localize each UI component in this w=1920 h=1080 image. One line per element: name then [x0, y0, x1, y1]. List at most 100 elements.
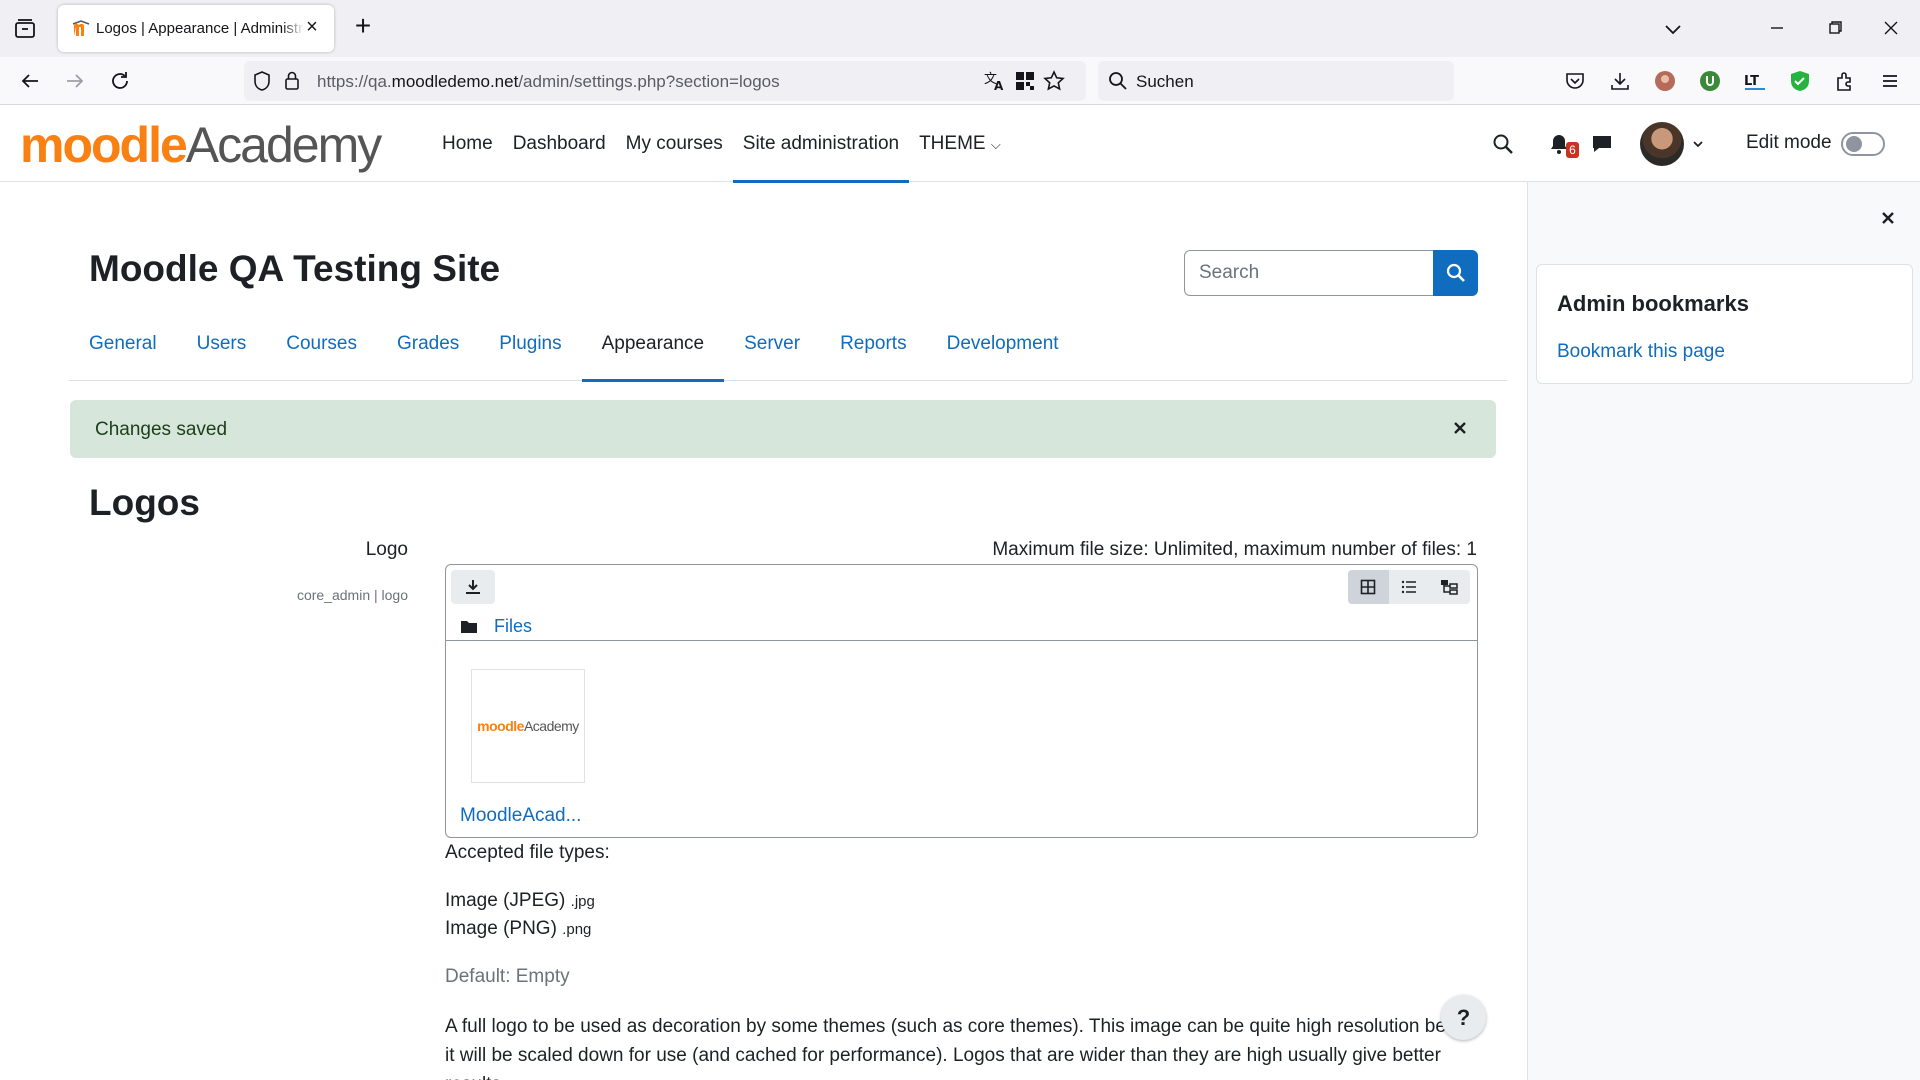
page-title: Moodle QA Testing Site — [89, 248, 501, 289]
minimize-icon[interactable] — [1762, 14, 1792, 42]
file-type-png: Image (PNG) .png — [445, 918, 592, 939]
shield-icon[interactable] — [248, 67, 276, 95]
accepted-types-label: Accepted file types: — [445, 842, 610, 863]
url-text[interactable]: https://qa.moodledemo.net/admin/settings… — [317, 72, 780, 92]
downloads-icon[interactable] — [1606, 67, 1634, 95]
tab-reports[interactable]: Reports — [820, 322, 927, 381]
file-name-link[interactable]: MoodleAcad... — [460, 805, 581, 827]
messages-icon[interactable] — [1588, 130, 1616, 158]
site-header: moodleAcademy Home Dashboard My courses … — [0, 106, 1920, 183]
file-path-breadcrumb: Files — [460, 616, 532, 637]
nav-theme[interactable]: THEME ⌵ — [909, 106, 1011, 182]
svg-text:A: A — [994, 79, 1004, 92]
browser-search-placeholder: Suchen — [1136, 72, 1194, 91]
browser-tab-active[interactable]: Logos | Appearance | Administration × — [58, 5, 334, 52]
tab-plugins[interactable]: Plugins — [479, 322, 581, 381]
nav-site-administration[interactable]: Site administration — [732, 106, 910, 183]
chevron-down-icon: ⌵ — [990, 137, 1001, 152]
svg-text:LT: LT — [1744, 74, 1759, 89]
block-drawer: Admin bookmarks Bookmark this page — [1527, 182, 1920, 1080]
file-type-jpeg: Image (JPEG) .jpg — [445, 890, 595, 911]
grid-icon — [1360, 579, 1376, 595]
app-menu-icon[interactable] — [1876, 67, 1904, 95]
section-heading: Logos — [89, 482, 200, 523]
alert-message: Changes saved — [95, 419, 228, 440]
user-avatar[interactable] — [1640, 122, 1684, 166]
extensions-icon[interactable] — [1831, 67, 1859, 95]
dismiss-alert-icon[interactable] — [1450, 418, 1470, 438]
edit-mode-label: Edit mode — [1746, 132, 1832, 153]
admin-bookmarks-title: Admin bookmarks — [1557, 291, 1749, 316]
translate-icon[interactable]: 文A — [981, 67, 1009, 95]
download-icon — [466, 580, 480, 594]
search-icon[interactable] — [1489, 130, 1517, 158]
notification-count-badge: 6 — [1566, 142, 1579, 158]
back-icon[interactable] — [16, 67, 44, 95]
tab-grades[interactable]: Grades — [377, 322, 479, 381]
close-drawer-icon[interactable] — [1878, 208, 1898, 228]
setting-identifier: core_admin | logo — [296, 587, 408, 603]
help-button[interactable]: ? — [1441, 995, 1486, 1040]
tab-appearance[interactable]: Appearance — [581, 322, 725, 382]
browser-search-icon — [1104, 67, 1132, 95]
list-all-tabs-icon[interactable] — [12, 16, 38, 42]
tree-icon — [1441, 580, 1459, 595]
close-tab-icon[interactable]: × — [302, 17, 322, 38]
browser-tabbar: Logos | Appearance | Administration × + — [0, 0, 1920, 57]
site-logo[interactable]: moodleAcademy — [20, 120, 382, 170]
moodle-favicon-icon — [72, 19, 92, 37]
download-all-button[interactable] — [451, 570, 495, 604]
view-mode-toggle-group — [1348, 570, 1470, 604]
success-alert: Changes saved — [70, 400, 1496, 458]
edit-mode-toggle[interactable] — [1841, 132, 1885, 156]
tab-development[interactable]: Development — [927, 322, 1079, 381]
nav-home[interactable]: Home — [432, 106, 503, 182]
tab-courses[interactable]: Courses — [266, 322, 377, 381]
tab-overflow-chevron-icon[interactable] — [1660, 16, 1686, 42]
admin-bookmarks-block: Admin bookmarks Bookmark this page — [1536, 264, 1913, 384]
admin-search-button[interactable] — [1433, 250, 1478, 296]
grid-view-button[interactable] — [1348, 570, 1389, 604]
user-menu-chevron-icon[interactable] — [1684, 130, 1712, 158]
setting-description: A full logo to be used as decoration by … — [445, 1016, 1466, 1080]
tree-view-button[interactable] — [1429, 570, 1470, 604]
adguard-extension-icon[interactable] — [1786, 67, 1814, 95]
qr-code-icon[interactable] — [1011, 67, 1039, 95]
languagetool-extension-icon[interactable]: LT — [1741, 67, 1769, 95]
lock-icon[interactable] — [278, 67, 306, 95]
nav-dashboard[interactable]: Dashboard — [503, 106, 616, 182]
default-value: Default: Empty — [445, 966, 570, 987]
file-limits-info: Maximum file size: Unlimited, maximum nu… — [992, 539, 1477, 560]
browser-navbar: https://qa.moodledemo.net/admin/settings… — [0, 57, 1920, 105]
primary-navigation: Home Dashboard My courses Site administr… — [432, 106, 1011, 183]
pocket-icon[interactable] — [1561, 67, 1589, 95]
files-root-link[interactable]: Files — [494, 616, 532, 637]
forward-icon[interactable] — [61, 67, 89, 95]
admin-search-input[interactable] — [1184, 250, 1434, 296]
setting-label: Logo — [365, 539, 408, 560]
search-icon — [1446, 263, 1465, 282]
folder-icon — [461, 621, 477, 633]
new-tab-icon[interactable]: + — [350, 12, 376, 40]
tab-title: Logos | Appearance | Administration — [96, 20, 304, 37]
bookmark-star-icon[interactable] — [1040, 67, 1068, 95]
file-manager: Files moodle Academy MoodleAcad... — [445, 564, 1478, 838]
browser-search-bar[interactable]: Suchen — [1098, 61, 1454, 101]
reload-icon[interactable] — [106, 67, 134, 95]
restore-icon[interactable] — [1820, 14, 1850, 42]
admin-search-form — [1184, 250, 1478, 296]
tab-server[interactable]: Server — [724, 322, 820, 381]
admin-category-tabs: General Users Courses Grades Plugins App… — [69, 322, 1507, 382]
file-thumbnail[interactable]: moodle Academy — [471, 669, 585, 783]
list-icon — [1401, 580, 1416, 594]
list-view-button[interactable] — [1389, 570, 1430, 604]
nav-my-courses[interactable]: My courses — [616, 106, 733, 182]
profile-extension-icon[interactable] — [1651, 67, 1679, 95]
tab-general[interactable]: General — [69, 322, 177, 381]
bookmark-this-page-link[interactable]: Bookmark this page — [1557, 341, 1725, 363]
close-window-icon[interactable] — [1876, 14, 1906, 42]
tab-users[interactable]: Users — [177, 322, 267, 381]
url-bar[interactable]: https://qa.moodledemo.net/admin/settings… — [244, 61, 1086, 101]
file-manager-toolbar: Files — [446, 565, 1477, 641]
ublock-extension-icon[interactable] — [1696, 67, 1724, 95]
